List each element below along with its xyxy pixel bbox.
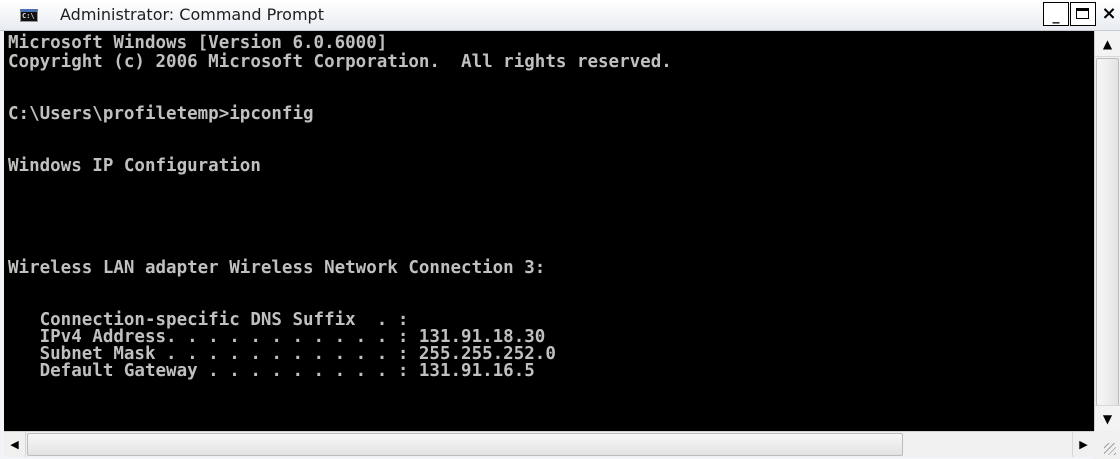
horizontal-scrollbar[interactable]: ◀ ▶ (4, 431, 1094, 457)
cmd-icon-text: C:\ (22, 12, 35, 20)
vertical-scroll-thumb[interactable] (1096, 58, 1119, 430)
console-line: Wireless LAN adapter Wireless Network Co… (8, 258, 546, 278)
scroll-up-icon[interactable]: ▲ (1095, 31, 1120, 57)
scroll-right-icon[interactable]: ▶ (1072, 432, 1094, 457)
maximize-icon (1076, 8, 1089, 19)
minimize-button[interactable]: _ (1043, 2, 1069, 26)
close-button[interactable]: × (1098, 2, 1120, 26)
console-line: Windows IP Configuration (8, 156, 261, 176)
console-output[interactable]: Microsoft Windows [Version 6.0.6000] Cop… (4, 31, 1094, 431)
console-line: Default Gateway . . . . . . . . . : 131.… (8, 361, 535, 381)
scroll-left-icon[interactable]: ◀ (4, 432, 26, 457)
resize-grip-icon[interactable] (1094, 431, 1120, 459)
title-bar[interactable]: C:\ Administrator: Command Prompt _ × (0, 0, 1120, 31)
window-title: Administrator: Command Prompt (60, 5, 324, 24)
console-line: Copyright (c) 2006 Microsoft Corporation… (8, 52, 672, 72)
cmd-icon[interactable]: C:\ (20, 9, 38, 22)
vertical-scrollbar[interactable]: ▲ ▼ (1094, 31, 1120, 431)
console-line: C:\Users\profiletemp>ipconfig (8, 104, 314, 124)
command-prompt-window: C:\ Administrator: Command Prompt _ × Mi… (0, 0, 1120, 459)
console-line: Microsoft Windows [Version 6.0.6000] (8, 33, 388, 53)
horizontal-scroll-thumb[interactable] (27, 433, 903, 456)
scroll-down-icon[interactable]: ▼ (1095, 405, 1120, 431)
maximize-button[interactable] (1070, 2, 1096, 26)
